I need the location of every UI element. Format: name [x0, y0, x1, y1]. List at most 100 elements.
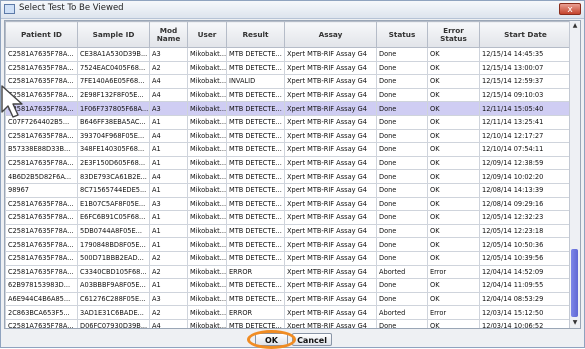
cell-error-status: OK — [427, 74, 480, 89]
table-row[interactable]: C2581A7635F78A... 5DB0744A8F05E... A1 Mikob… — [5, 223, 572, 239]
cell-patient-id: C2581A7635F78A... — [5, 210, 78, 225]
scroll-up-icon[interactable]: ▲ — [571, 22, 579, 30]
cell-sample-id: C61276C288F05E... — [77, 291, 150, 307]
cell-assay: Xpert MTB-RIF Assay G4 — [284, 318, 377, 328]
cell-sample-id: 348FE140305F68... — [77, 142, 150, 157]
cell-status: Done — [376, 114, 428, 130]
cell-user: Mikobakt... — [187, 250, 227, 266]
table-row[interactable]: 4B6D2B5D82F6A... 83DE793CA61B2E... A4 Mikob… — [5, 169, 572, 184]
column-header-sample-id[interactable]: Sample ID — [77, 21, 150, 48]
cell-status: Done — [376, 87, 428, 103]
cell-mod-name: A1 — [149, 155, 188, 171]
cell-patient-id: B57338E88D33B... — [5, 142, 78, 157]
cell-result: MTB DETECTE... — [226, 196, 285, 212]
cell-sample-id: 7FE140A6E05F68... — [77, 74, 150, 89]
cell-status: Done — [376, 47, 428, 62]
cell-result: MTB DETECTE... — [226, 291, 285, 307]
scroll-down-icon[interactable]: ▼ — [571, 319, 579, 327]
table-row[interactable]: B57338E88D33B... 348FE140305F68... A1 Mikob… — [5, 142, 572, 157]
cell-mod-name: A1 — [149, 210, 188, 225]
cell-error-status: OK — [427, 128, 480, 144]
cell-result: MTB DETECTE... — [226, 101, 285, 116]
cell-assay: Xpert MTB-RIF Assay G4 — [284, 60, 377, 76]
cell-sample-id: B646FF38EBA5AC... — [77, 114, 150, 130]
table-row[interactable]: C2581A7635F78A... D06FC07930D39B... A4 Miko… — [5, 318, 572, 328]
cell-assay: Xpert MTB-RIF Assay G4 — [284, 237, 377, 252]
table-row[interactable]: C07F7264402B5... B646FF38EBA5AC... A1 Mikob… — [5, 114, 572, 130]
table-row[interactable]: C2581A7635F78A... 500D71BBB2EAD... A2 Mikob… — [5, 250, 572, 266]
cell-user: Mikobakt... — [187, 169, 227, 184]
table-row[interactable]: A6E944C4B6A85... C61276C288F05E... A3 Mikob… — [5, 291, 572, 307]
cell-patient-id: 4B6D2B5D82F6A... — [5, 169, 78, 184]
cell-sample-id: A03BBBF9A8F05E... — [77, 278, 150, 293]
cell-start-date: 12/04/14 08:53:29 — [479, 291, 572, 307]
column-header-start-date[interactable]: Start Date — [479, 21, 572, 48]
cell-status: Done — [376, 318, 428, 328]
close-button[interactable]: x — [559, 3, 581, 15]
cell-error-status: OK — [427, 155, 480, 171]
cell-error-status: Error — [427, 264, 480, 280]
cell-user: Mikobakt... — [187, 278, 227, 293]
table-row[interactable]: C2581A7635F78A... 2E98F132F8F05E... A4 Miko… — [5, 87, 572, 103]
cell-mod-name: A4 — [149, 87, 188, 103]
cell-user: Mikobakt... — [187, 264, 227, 280]
cell-status: Done — [376, 60, 428, 76]
cell-result: MTB DETECTE... — [226, 47, 285, 62]
cell-status: Aborted — [376, 305, 428, 320]
cell-status: Done — [376, 155, 428, 171]
cell-sample-id: 393704F968F05E... — [77, 128, 150, 144]
cell-user: Mikobakt... — [187, 101, 227, 116]
cell-patient-id: C2581A7635F78A... — [5, 223, 78, 239]
scroll-thumb[interactable] — [571, 249, 578, 317]
column-header-assay[interactable]: Assay — [284, 21, 377, 48]
table-row[interactable]: C2581A7635F78A... 7FE140A6E05F68... A4 Miko… — [5, 74, 572, 89]
cell-patient-id: C2581A7635F78A... — [5, 250, 78, 266]
table-row[interactable]: C2581A7635F78A... 1F06F737805F68A... A3 Mik… — [5, 101, 572, 116]
table-row[interactable]: C2581A7635F78A... 1790848BD8F05E... A1 Miko… — [5, 237, 572, 252]
cell-start-date: 12/03/14 15:12:50 — [479, 305, 572, 320]
table-row[interactable]: 62B978153983D... A03BBBF9A8F05E... A1 Mikob… — [5, 278, 572, 293]
cell-user: Mikobakt... — [187, 196, 227, 212]
table-row[interactable]: C2581A7635F78A... 7524EAC0405F68... A2 Miko… — [5, 60, 572, 76]
cell-user: Mikobakt... — [187, 182, 227, 198]
column-header-user[interactable]: User — [187, 21, 227, 48]
table-row[interactable]: C2581A7635F78A... C3340CBD105F68... A2 Miko… — [5, 264, 572, 280]
cell-start-date: 12/15/14 13:00:07 — [479, 60, 572, 76]
column-header-patient-id[interactable]: Patient ID — [5, 21, 78, 48]
cell-mod-name: A3 — [149, 47, 188, 62]
cell-assay: Xpert MTB-RIF Assay G4 — [284, 155, 377, 171]
cell-sample-id: 83DE793CA61B2E... — [77, 169, 150, 184]
cell-result: MTB DETECTE... — [226, 128, 285, 144]
table-row[interactable]: C2581A7635F78A... 2E3F150D605F68... A1 Miko… — [5, 155, 572, 171]
cell-user: Mikobakt... — [187, 114, 227, 130]
cell-mod-name: A1 — [149, 142, 188, 157]
table-row[interactable]: C2581A7635F78A... CE38A1A530D39B... A3 Miko… — [5, 47, 572, 62]
cell-mod-name: A3 — [149, 196, 188, 212]
cell-mod-name: A2 — [149, 250, 188, 266]
cell-assay: Xpert MTB-RIF Assay G4 — [284, 87, 377, 103]
tests-table-container: Patient ID Sample ID Mod Name User Resul… — [4, 20, 581, 329]
cell-error-status: OK — [427, 291, 480, 307]
cell-status: Done — [376, 101, 428, 116]
cell-assay: Xpert MTB-RIF Assay G4 — [284, 210, 377, 225]
cell-patient-id: C2581A7635F78A... — [5, 264, 78, 280]
table-row[interactable]: C2581A7635F78A... E6FC6B91C05F68... A1 Miko… — [5, 210, 572, 225]
table-row[interactable]: C2581A7635F78A... 393704F968F05E... A4 Miko… — [5, 128, 572, 144]
table-row[interactable]: C2581A7635F78A... E1B07C5AF8F05E... A3 Miko… — [5, 196, 572, 212]
table-row[interactable]: 2C863BCA653F5... 3AD1E31C6BADE... A2 Mikoba… — [5, 305, 572, 320]
title-bar[interactable]: Select Test To Be Viewed x — [1, 1, 584, 19]
vertical-scrollbar[interactable]: ▲ ▼ — [569, 21, 580, 328]
column-header-result[interactable]: Result — [226, 21, 285, 48]
cell-result: ERROR — [226, 264, 285, 280]
column-header-error-status[interactable]: Error Status — [427, 21, 480, 48]
column-header-status[interactable]: Status — [376, 21, 428, 48]
cell-patient-id: C2581A7635F78A... — [5, 318, 78, 328]
cell-assay: Xpert MTB-RIF Assay G4 — [284, 291, 377, 307]
cell-status: Aborted — [376, 264, 428, 280]
table-row[interactable]: 98967 8C71565744EDE5... A1 Mikobakt... MTB D… — [5, 182, 572, 198]
cancel-button[interactable]: Cancel — [292, 333, 332, 346]
column-header-mod-name[interactable]: Mod Name — [149, 21, 188, 48]
mouse-cursor-icon — [1, 85, 23, 118]
cell-start-date: 12/11/14 15:05:40 — [479, 101, 572, 116]
cell-sample-id: 8C71565744EDE5... — [77, 182, 150, 198]
